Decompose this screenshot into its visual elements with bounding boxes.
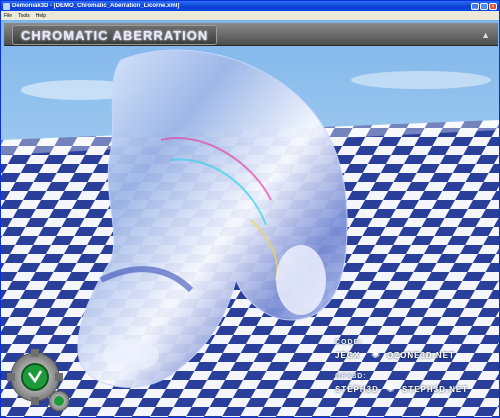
- code-site[interactable]: OZONE3D.NET: [387, 351, 455, 360]
- gfx-site[interactable]: STEPH3D.NET: [402, 385, 468, 394]
- window-title: Demoniak3D - [DEMO_Chromatic_Aberration_…: [12, 3, 180, 9]
- menu-bar: File Tools Help: [1, 11, 499, 20]
- render-viewport[interactable]: CHROMATIC ABERRATION ▲ CODE: JEGX ✺ OZON…: [1, 20, 499, 417]
- code-label: CODE:: [335, 339, 363, 346]
- app-window: Demoniak3D - [DEMO_Chromatic_Aberration_…: [0, 0, 500, 418]
- banner-title: CHROMATIC ABERRATION: [12, 25, 218, 45]
- app-icon: [3, 2, 10, 10]
- close-button[interactable]: ×: [489, 2, 497, 10]
- menu-file[interactable]: File: [1, 13, 15, 19]
- menu-help[interactable]: Help: [33, 13, 49, 19]
- banner-collapse-icon[interactable]: ▲: [481, 30, 490, 40]
- menu-tools[interactable]: Tools: [15, 13, 33, 19]
- star-swirl-icon: ✺: [386, 383, 396, 395]
- gfx-label: GFX3D:: [335, 373, 367, 380]
- code-author: JEGX: [335, 351, 361, 360]
- title-bar[interactable]: Demoniak3D - [DEMO_Chromatic_Aberration_…: [1, 1, 499, 11]
- maximize-button[interactable]: □: [480, 2, 488, 10]
- gears-logo-icon: [7, 349, 70, 412]
- star-swirl-icon: ✺: [371, 349, 381, 361]
- gfx-author: STEPH3D: [335, 385, 379, 394]
- credits-block: CODE: JEGX ✺ OZONE3D.NET GFX3D: STEPH3D …: [331, 337, 491, 409]
- minimize-button[interactable]: _: [471, 2, 479, 10]
- window-controls: _ □ ×: [471, 2, 497, 10]
- demo-banner: CHROMATIC ABERRATION ▲: [4, 23, 498, 46]
